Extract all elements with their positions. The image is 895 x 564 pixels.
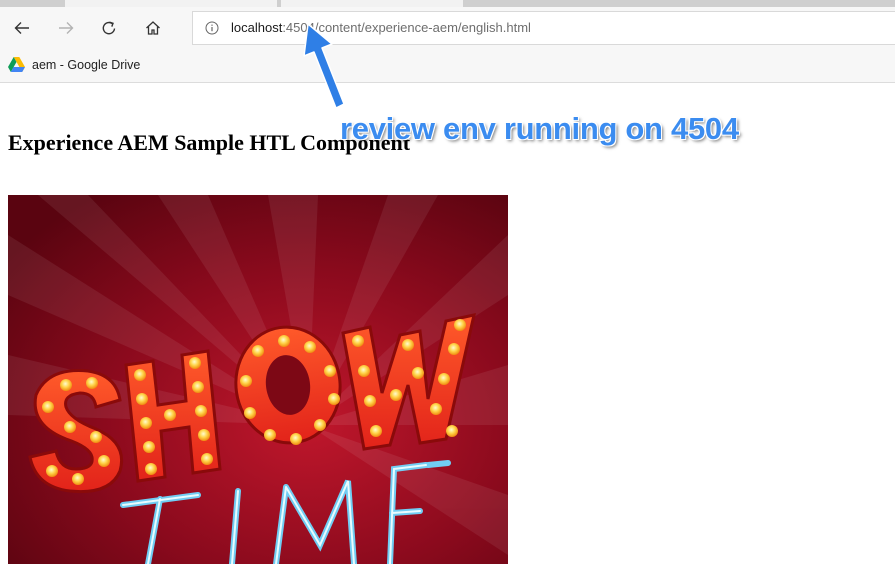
annotation-text: review env running on 4504 xyxy=(340,111,739,146)
back-button[interactable] xyxy=(5,11,39,45)
url-host: localhost xyxy=(231,20,283,35)
google-drive-icon xyxy=(8,57,25,72)
bookmarks-bar: aem - Google Drive xyxy=(0,49,895,83)
browser-tab[interactable] xyxy=(65,0,277,7)
home-icon xyxy=(146,21,160,35)
forward-button[interactable] xyxy=(49,11,83,45)
home-button[interactable] xyxy=(136,11,170,45)
bookmark-label: aem - Google Drive xyxy=(32,57,141,72)
browser-tab[interactable] xyxy=(281,0,463,7)
url-text[interactable]: localhost:4504/content/experience-aem/en… xyxy=(231,20,531,35)
bookmark-item[interactable]: aem - Google Drive xyxy=(8,57,140,72)
show-time-image xyxy=(8,195,508,564)
refresh-icon xyxy=(102,21,116,35)
tab-strip xyxy=(0,0,895,7)
back-arrow-icon xyxy=(14,22,29,34)
forward-arrow-icon xyxy=(59,22,74,34)
browser-toolbar: localhost:4504/content/experience-aem/en… xyxy=(0,7,895,49)
info-icon[interactable] xyxy=(205,21,219,35)
refresh-button[interactable] xyxy=(92,11,126,45)
annotation-arrow-icon xyxy=(303,23,345,109)
